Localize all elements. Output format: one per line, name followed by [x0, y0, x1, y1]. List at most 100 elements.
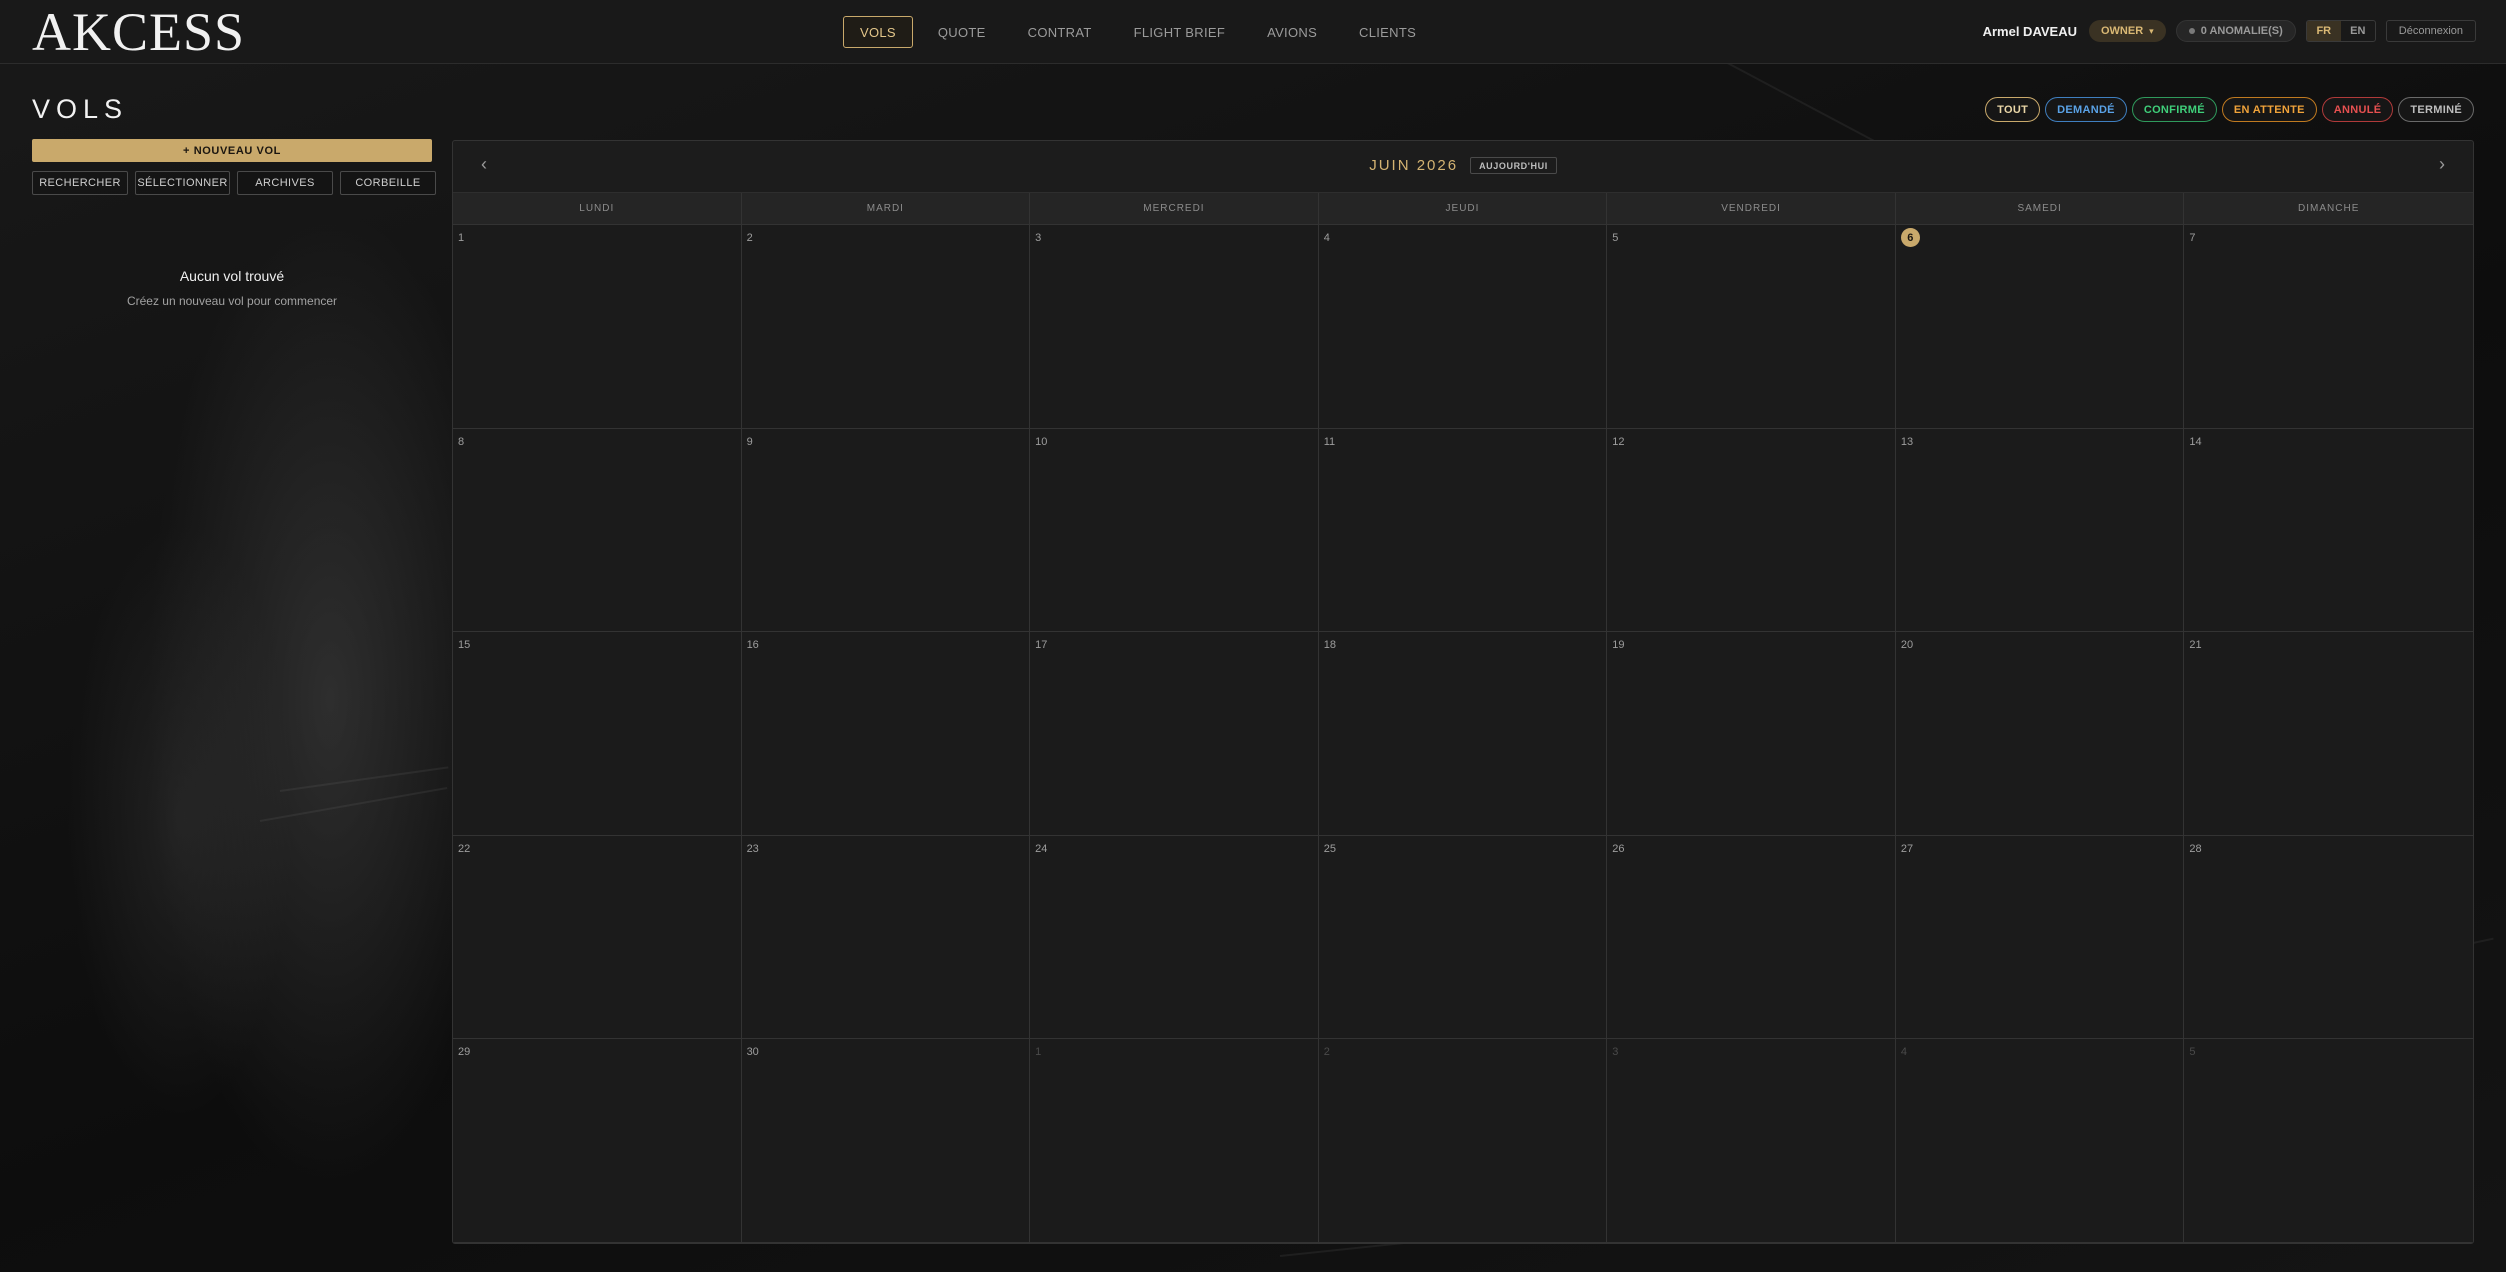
search-button[interactable]: RECHERCHER	[32, 171, 128, 195]
nav-quote[interactable]: QUOTE	[921, 16, 1003, 48]
calendar-day-cell[interactable]: 7	[2184, 225, 2473, 429]
calendar-day-cell[interactable]: 3	[1030, 225, 1319, 429]
day-number: 21	[2189, 639, 2202, 652]
app-logo[interactable]: AKCESS	[32, 4, 245, 60]
calendar-day-cell[interactable]: 1	[1030, 1039, 1319, 1243]
select-button[interactable]: SÉLECTIONNER	[135, 171, 230, 195]
calendar-day-cell[interactable]: 3	[1607, 1039, 1896, 1243]
filter-termine[interactable]: TERMINÉ	[2398, 97, 2474, 122]
calendar-day-cell[interactable]: 19	[1607, 632, 1896, 836]
filter-annule[interactable]: ANNULÉ	[2321, 97, 2394, 122]
calendar-day-cell[interactable]: 24	[1030, 835, 1319, 1040]
day-number: 3	[1035, 232, 1042, 244]
calendar-day-cell[interactable]: 16	[741, 632, 1031, 836]
status-dot-icon	[2188, 28, 2195, 34]
nav-vols[interactable]: VOLS	[843, 16, 913, 48]
weekday-label: LUNDI	[453, 193, 742, 224]
day-number: 8	[458, 435, 465, 448]
day-number: 2	[1323, 1046, 1330, 1059]
calendar-header: ‹ JUIN 2026 AUJOURD'HUI ›	[453, 141, 2473, 193]
calendar-title-group: JUIN 2026 AUJOURD'HUI	[453, 157, 2473, 174]
calendar-day-cell[interactable]: 12	[1607, 428, 1896, 633]
day-number: 24	[1035, 842, 1048, 855]
archives-button[interactable]: ARCHIVES	[237, 171, 333, 195]
calendar-day-cell[interactable]: 5	[1607, 225, 1896, 429]
day-number: 23	[746, 842, 759, 855]
calendar-day-cell[interactable]: 15	[453, 632, 742, 836]
day-number: 22	[458, 842, 471, 855]
day-number: 10	[1035, 435, 1048, 448]
day-number: 4	[1323, 232, 1330, 244]
filter-confirme[interactable]: CONFIRMÉ	[2131, 97, 2217, 122]
lang-en-button[interactable]: EN	[2341, 21, 2375, 41]
filter-demande[interactable]: DEMANDÉ	[2045, 97, 2127, 122]
logout-button[interactable]: Déconnexion	[2385, 20, 2476, 42]
toolbar: RECHERCHER SÉLECTIONNER ARCHIVES CORBEIL…	[32, 171, 436, 195]
nav-avions[interactable]: AVIONS	[1250, 16, 1334, 48]
calendar-day-cell[interactable]: 17	[1030, 632, 1319, 836]
calendar-day-cell[interactable]: 18	[1318, 632, 1608, 836]
weekday-label: DIMANCHE	[2298, 203, 2360, 214]
calendar-day-cell[interactable]: 5	[2184, 1039, 2473, 1243]
chevron-right-icon[interactable]: ›	[2439, 154, 2445, 175]
day-number: 25	[1323, 842, 1336, 855]
filter-tout[interactable]: TOUT	[1985, 97, 2041, 122]
day-number: 3	[1612, 1046, 1619, 1059]
day-number: 29	[458, 1046, 471, 1059]
day-number: 9	[746, 435, 753, 448]
filter-en-attente[interactable]: EN ATTENTE	[2221, 97, 2317, 122]
user-area: Armel DAVEAU OWNER ▾ 0 ANOMALIE(S) FR EN…	[1983, 20, 2476, 42]
anomalies-label: 0 ANOMALIE(S)	[2200, 25, 2283, 37]
today-button[interactable]: AUJOURD'HUI	[1470, 157, 1557, 174]
calendar-day-cell[interactable]: 11	[1318, 428, 1608, 633]
calendar-day-cell[interactable]: 14	[2184, 428, 2473, 633]
nav-contrat[interactable]: CONTRAT	[1011, 16, 1109, 48]
new-flight-button[interactable]: + NOUVEAU VOL	[32, 139, 432, 162]
day-number: 7	[2189, 232, 2196, 244]
weekday-label: VENDREDI	[1607, 193, 1896, 224]
page-title: VOLS	[32, 94, 129, 124]
nav-flight-brief[interactable]: FLIGHT BRIEF	[1117, 16, 1242, 48]
calendar-day-cell[interactable]: 13	[1895, 428, 2185, 633]
calendar-day-cell[interactable]: 25	[1318, 835, 1608, 1040]
day-number: 12	[1612, 435, 1625, 448]
trash-button[interactable]: CORBEILLE	[340, 171, 436, 195]
calendar-day-cell[interactable]: 4	[1318, 225, 1608, 429]
user-name: Armel DAVEAU	[1982, 23, 2077, 39]
calendar-day-cell[interactable]: 30	[741, 1039, 1031, 1243]
weekday-label: MERCREDI	[1030, 193, 1319, 224]
calendar-day-cell[interactable]: 29	[453, 1039, 742, 1243]
calendar-day-cell[interactable]: 10	[1030, 428, 1319, 633]
day-number: 5	[1612, 232, 1619, 244]
nav-clients[interactable]: CLIENTS	[1342, 16, 1433, 48]
calendar-day-cell[interactable]: 9	[741, 428, 1031, 633]
lang-fr-button[interactable]: FR	[2306, 21, 2341, 41]
calendar-day-cell[interactable]: 2	[1318, 1039, 1608, 1243]
calendar-day-cell[interactable]: 8	[453, 428, 742, 633]
day-number: 13	[1900, 435, 1914, 448]
calendar-day-cell[interactable]: 20	[1895, 632, 2185, 836]
anomalies-badge[interactable]: 0 ANOMALIE(S)	[2175, 20, 2296, 42]
weekday-label: JEUDI	[1319, 193, 1608, 224]
calendar: ‹ JUIN 2026 AUJOURD'HUI › LUNDI MARDI ME…	[452, 140, 2474, 1244]
day-number: 20	[1900, 639, 1914, 652]
day-number: 26	[1612, 842, 1625, 855]
day-number: 6	[1900, 228, 1920, 247]
calendar-day-cell[interactable]: 27	[1895, 835, 2185, 1040]
calendar-day-cell[interactable]: 6	[1895, 225, 2185, 429]
day-number: 27	[1900, 842, 1914, 855]
calendar-day-cell[interactable]: 1	[453, 225, 742, 429]
day-number: 18	[1323, 639, 1336, 652]
calendar-month-title: JUIN 2026	[1369, 157, 1459, 174]
calendar-day-cell[interactable]: 22	[453, 835, 742, 1040]
calendar-day-cell[interactable]: 21	[2184, 632, 2473, 836]
calendar-day-cell[interactable]: 26	[1607, 835, 1896, 1040]
calendar-day-cell[interactable]: 4	[1895, 1039, 2185, 1243]
role-dropdown[interactable]: OWNER ▾	[2088, 20, 2166, 42]
status-filters: TOUT DEMANDÉ CONFIRMÉ EN ATTENTE ANNULÉ …	[1985, 97, 2474, 122]
calendar-day-cell[interactable]: 28	[2184, 835, 2473, 1040]
day-number: 15	[458, 639, 471, 652]
calendar-day-cell[interactable]: 23	[741, 835, 1031, 1040]
calendar-day-cell[interactable]: 2	[741, 225, 1031, 429]
language-switch: FR EN	[2305, 20, 2376, 42]
